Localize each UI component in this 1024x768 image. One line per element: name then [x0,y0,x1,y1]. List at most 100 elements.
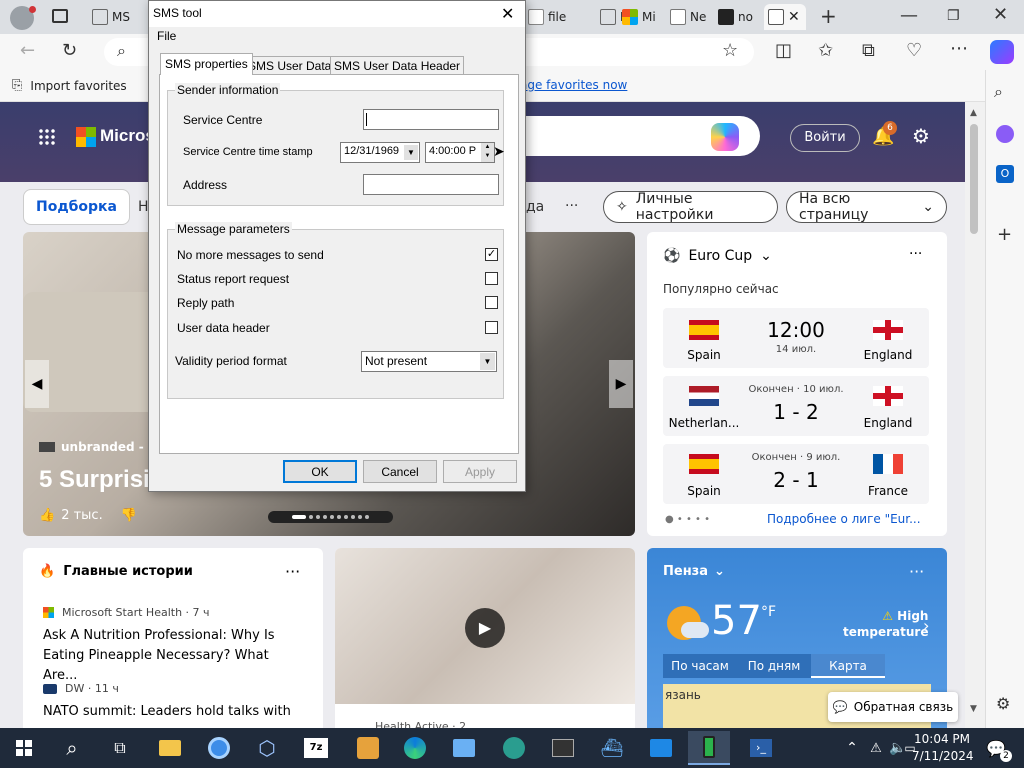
scroll-up-icon[interactable]: ▲ [970,108,977,118]
sidebar-search-icon[interactable]: ⌕ [994,82,1003,102]
refresh-icon[interactable]: ↻ [62,41,77,61]
tab-5[interactable]: Ne [670,4,714,30]
task-view-icon[interactable]: ⧉ [106,734,134,762]
tab-partial-da[interactable]: да [526,199,544,215]
network-app-icon[interactable] [500,734,528,762]
apps-launcher-icon[interactable] [38,128,56,146]
favorite-star-icon[interactable]: ☆ [722,41,738,61]
story-title[interactable]: Ask A Nutrition Professional: Why Is Eat… [43,626,307,686]
thumbs-down-icon[interactable]: 👎 [121,508,137,523]
dialog-title-bar[interactable]: SMS tool ✕ [149,1,525,27]
outlook-icon[interactable]: O [996,165,1014,183]
import-favorites[interactable]: ⎘ Import favorites [12,78,127,93]
page-scrollbar[interactable]: ▲ ▼ [965,102,985,728]
video-card[interactable]: ▶ Health Active · 2 [335,548,635,728]
scroll-thumb[interactable] [970,124,978,234]
weather-tab-days[interactable]: По дням [737,654,811,678]
hero-likes[interactable]: 👍 2 тыс. 👎 [39,508,137,523]
cancel-button[interactable]: Cancel [363,460,437,483]
top-stories-more-icon[interactable]: ··· [285,562,300,581]
match-row[interactable]: Spain Окончен · 9 июл. 2 - 1 France [663,444,929,504]
weather-more-icon[interactable]: ··· [909,562,924,581]
euro-more-icon[interactable]: ··· [909,246,922,262]
minimize-icon[interactable]: — [900,6,918,26]
copilot-sidebar-icon[interactable] [996,125,1014,143]
tab-sms-user-data-header[interactable]: SMS User Data Header [330,56,465,75]
weather-tab-map[interactable]: Карта [811,654,885,678]
add-sidebar-app-icon[interactable]: + [997,225,1012,245]
back-icon[interactable]: ← [20,41,35,61]
tab-1[interactable]: MS [92,4,132,30]
weather-alert[interactable]: ⚠ High temperature [843,608,928,640]
tab-4[interactable]: Mi [622,4,666,30]
restore-icon[interactable]: ❐ [947,6,960,26]
manage-favorites-link[interactable]: age favorites now [520,78,627,92]
split-screen-icon[interactable]: ◫ [775,41,792,61]
tab-actions-icon[interactable] [52,9,68,23]
copilot-search-icon[interactable] [711,123,739,151]
tab-sms-properties[interactable]: SMS properties [160,53,253,75]
browser-app-icon[interactable] [205,734,233,762]
euro-more-link[interactable]: Подробнее о лиге "Eur... [767,512,921,526]
browser-essentials-icon[interactable]: ♡ [906,41,922,61]
control-panel-icon[interactable] [450,734,478,762]
tabs-more-icon[interactable]: ··· [565,198,578,214]
ok-button[interactable]: OK [283,460,357,483]
feedback-button[interactable]: 💬 Обратная связь [828,692,958,722]
dropdown-arrow-icon[interactable]: ▼ [480,353,495,370]
user-data-header-checkbox[interactable] [485,321,498,334]
menu-file[interactable]: File [157,29,176,43]
carousel-dots[interactable] [268,511,393,523]
terminal-icon[interactable] [549,734,577,762]
file-explorer-icon[interactable] [156,734,184,762]
clock[interactable]: 10:04 PM 7/11/2024 [912,731,974,765]
weather-city[interactable]: Пенза ⌄ [663,564,725,579]
validity-select[interactable]: Not present ▼ [361,351,497,372]
tab-close-icon[interactable]: ✕ [788,9,800,25]
fullpage-button[interactable]: На всю страницу ⌄ [786,191,947,223]
tab-6[interactable]: no [718,4,762,30]
tab-current-partial[interactable]: file [528,4,568,30]
address-input[interactable] [363,174,499,195]
search-icon[interactable]: ⌕ [58,734,86,762]
7zip-icon[interactable]: 7z [302,734,330,762]
login-button[interactable]: Войти [790,124,860,152]
no-more-messages-checkbox[interactable]: ✓ [485,248,498,261]
ship-app-icon[interactable]: ⛴ [598,734,626,762]
sms-tool-taskbar-icon[interactable] [688,731,730,765]
remote-desktop-icon[interactable] [647,734,675,762]
settings-more-icon[interactable]: ⋯ [950,39,968,59]
windows-start-icon[interactable] [10,734,38,762]
apply-button[interactable]: Apply [443,460,517,483]
dialog-close-icon[interactable]: ✕ [501,4,514,24]
collections-icon[interactable]: ⧉ [862,41,875,61]
match-row[interactable]: Netherlan... Окончен · 10 июл. 1 - 2 Eng… [663,376,929,436]
tab-partial-n[interactable]: Н [138,199,149,215]
tab-picks[interactable]: Подборка [23,189,131,225]
msn-settings-icon[interactable]: ⚙ [912,124,930,148]
date-picker[interactable]: 12/31/1969 ▼ [340,142,420,163]
sidebar-settings-icon[interactable]: ⚙ [996,694,1010,714]
euro-pagination-dots[interactable]: ● • • • • [665,514,710,525]
play-icon[interactable]: ▶ [465,608,505,648]
status-report-checkbox[interactable] [485,272,498,285]
service-centre-input[interactable] [363,109,499,130]
edge-icon[interactable] [401,734,429,762]
scroll-down-icon[interactable]: ▼ [970,704,977,714]
reply-path-checkbox[interactable] [485,296,498,309]
story-title[interactable]: NATO summit: Leaders hold talks with [43,702,307,722]
powershell-icon[interactable]: ›_ [747,734,775,762]
tab-active[interactable]: ✕ [764,4,806,30]
copilot-icon[interactable] [990,40,1014,64]
paint-app-icon[interactable] [354,734,382,762]
hero-prev-arrow-icon[interactable]: ◀ [25,360,49,408]
favorites-icon[interactable]: ✩ [818,41,833,61]
tab-sms-user-data[interactable]: SMS User Data [244,56,336,75]
weather-next-icon[interactable]: › [923,616,929,635]
weather-tab-hours[interactable]: По часам [663,654,737,678]
close-window-icon[interactable]: ✕ [993,5,1008,25]
virtualbox-icon[interactable]: ⬡ [253,734,281,762]
new-tab-icon[interactable]: + [820,6,837,26]
euro-header[interactable]: ⚽ Euro Cup ⌄ [663,248,772,264]
match-row[interactable]: Spain 12:00 14 июл. England [663,308,929,368]
